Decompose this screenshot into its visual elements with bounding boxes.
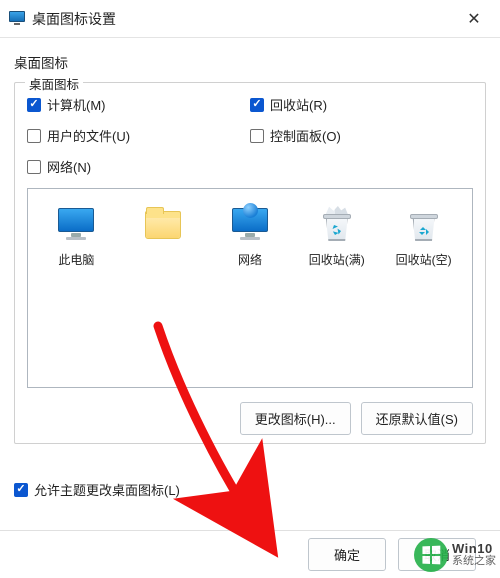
checkbox-recycle-bin-label: 回收站(R): [270, 95, 327, 114]
close-button[interactable]: ✕: [456, 9, 492, 29]
checkbox-user-files[interactable]: [27, 129, 41, 143]
desktop-icons-group: 桌面图标 计算机(M) 回收站(R) 用户的文件(U) 控制面板(O): [14, 82, 486, 444]
checkbox-allow-theme[interactable]: [14, 483, 28, 497]
checkbox-network-label: 网络(N): [47, 157, 91, 176]
ok-button[interactable]: 确定: [308, 538, 386, 571]
watermark-badge-icon: [414, 538, 448, 572]
icon-preview-pane: 此电脑 网络: [27, 188, 473, 388]
checkbox-recycle-bin[interactable]: [250, 98, 264, 112]
recycle-empty-icon: [404, 205, 444, 245]
checkbox-network[interactable]: [27, 160, 41, 174]
change-icon-button[interactable]: 更改图标(H)...: [240, 402, 351, 435]
checkbox-control-panel[interactable]: [250, 129, 264, 143]
checkbox-computer[interactable]: [27, 98, 41, 112]
app-icon: [8, 10, 26, 28]
icon-recycle-full[interactable]: 回收站(满): [296, 203, 377, 270]
watermark-line2: 系统之家: [452, 556, 496, 568]
title-bar: 桌面图标设置 ✕: [0, 0, 500, 38]
icon-label: 回收站(空): [396, 251, 452, 268]
group-legend: 桌面图标: [25, 74, 83, 93]
watermark-line1: Win10: [452, 542, 496, 556]
network-icon: [230, 205, 270, 245]
checkbox-user-files-label: 用户的文件(U): [47, 126, 130, 145]
checkbox-control-panel-label: 控制面板(O): [270, 126, 341, 145]
icon-recycle-empty[interactable]: 回收站(空): [383, 203, 464, 270]
window-title: 桌面图标设置: [32, 9, 116, 29]
this-pc-icon: [56, 205, 96, 245]
section-header: 桌面图标: [14, 52, 486, 72]
folder-icon: [143, 205, 183, 245]
icon-user-folder[interactable]: [123, 203, 204, 253]
restore-default-button[interactable]: 还原默认值(S): [361, 402, 473, 435]
icon-this-pc[interactable]: 此电脑: [36, 203, 117, 270]
icon-network[interactable]: 网络: [210, 203, 291, 270]
recycle-full-icon: [317, 205, 357, 245]
checkbox-computer-label: 计算机(M): [47, 95, 106, 114]
icon-label: 网络: [238, 251, 262, 268]
checkbox-allow-theme-label: 允许主题更改桌面图标(L): [34, 480, 180, 499]
icon-label: 此电脑: [58, 251, 94, 268]
watermark: Win10 系统之家: [414, 538, 500, 572]
icon-label: 回收站(满): [309, 251, 365, 268]
